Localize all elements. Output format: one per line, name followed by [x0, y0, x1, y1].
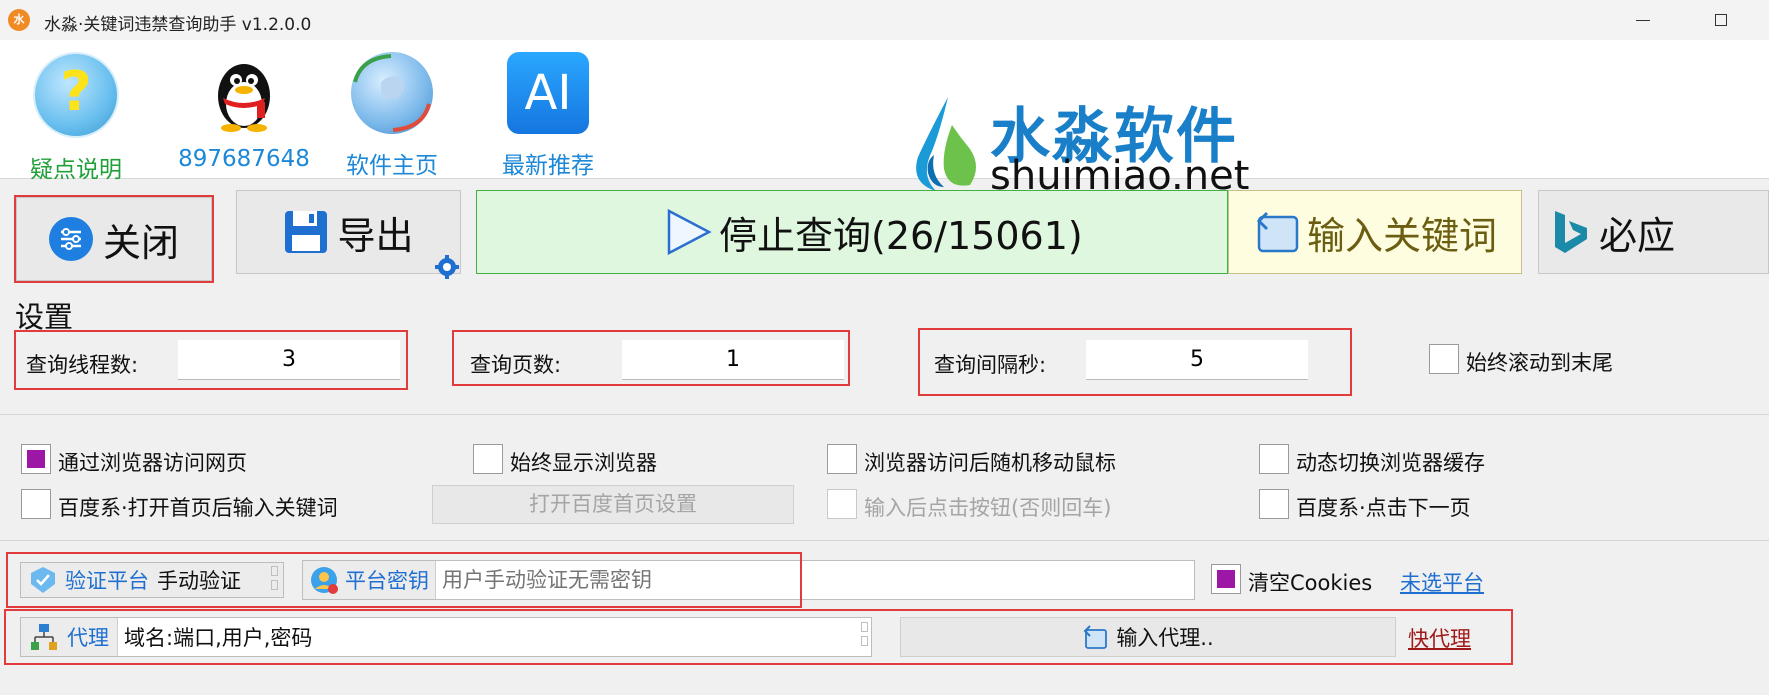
export-button[interactable]: 导出 — [236, 190, 461, 279]
window-title: 水淼·关键词违禁查询助手 v1.2.0.0 — [44, 15, 312, 35]
user-key-icon — [309, 565, 339, 595]
via-browser-checkbox[interactable] — [21, 444, 51, 474]
switch-cache-label: 动态切换浏览器缓存 — [1296, 451, 1485, 475]
baidu-home-input-label: 百度系·打开首页后输入关键词 — [58, 496, 338, 520]
input-keywords-button[interactable]: 输入关键词 — [1228, 190, 1522, 274]
input-proxy-button[interactable]: 输入代理.. — [900, 617, 1396, 657]
scroll-to-end-checkbox[interactable] — [1429, 344, 1459, 374]
threads-label: 查询线程数: — [26, 353, 139, 377]
qq-penguin-icon — [203, 52, 285, 134]
baidu-home-input-checkbox[interactable] — [21, 489, 51, 519]
pages-input[interactable] — [622, 340, 844, 380]
scroll-to-end-label: 始终滚动到末尾 — [1466, 351, 1613, 375]
click-button-after-input-label: 输入后点击按钮(否则回车) — [864, 496, 1112, 520]
random-mouse-label: 浏览器访问后随机移动鼠标 — [864, 451, 1116, 475]
proxy-label: 代理 — [67, 626, 109, 650]
always-show-browser-label: 始终显示浏览器 — [510, 451, 657, 475]
no-platform-link[interactable]: 未选平台 — [1400, 567, 1484, 597]
recommend-label: 最新推荐 — [502, 153, 594, 179]
stop-query-label: 停止查询(26/15061) — [719, 213, 1083, 258]
baidu-next-page-checkbox[interactable] — [1259, 489, 1289, 519]
pages-label: 查询页数: — [470, 353, 562, 377]
random-mouse-checkbox[interactable] — [827, 444, 857, 474]
input-keywords-label: 输入关键词 — [1306, 213, 1497, 258]
qq-number-label: 897687648 — [178, 146, 310, 172]
interval-label: 查询间隔秒: — [934, 353, 1047, 377]
close-button[interactable]: 关闭 — [16, 197, 212, 281]
platform-key-input[interactable] — [440, 567, 1144, 593]
minimize-button[interactable] — [1628, 8, 1658, 32]
verify-platform-label: 验证平台 — [65, 569, 149, 593]
always-show-browser-checkbox[interactable] — [473, 444, 503, 474]
help-label: 疑点说明 — [30, 157, 122, 183]
threads-input[interactable] — [178, 340, 400, 380]
settings-title: 设置 — [15, 300, 74, 334]
bing-logo-icon — [1551, 209, 1591, 255]
platform-key-field[interactable]: 平台密钥 — [302, 560, 1195, 600]
click-button-after-input-checkbox[interactable] — [827, 489, 857, 519]
baidu-home-settings-button[interactable]: 打开百度首页设置 — [432, 485, 794, 524]
top-banner: ? 疑点说明 897687648 软件主页 AI 最新推荐 水淼软件 shuim… — [0, 40, 1769, 199]
globe-icon — [351, 52, 433, 134]
search-engine-select[interactable]: 必应 — [1538, 190, 1769, 274]
interval-input[interactable] — [1086, 340, 1308, 380]
recommend-link[interactable]: AI 最新推荐 — [478, 52, 618, 180]
homepage-label: 软件主页 — [346, 153, 438, 179]
engine-label: 必应 — [1599, 213, 1676, 258]
homepage-link[interactable]: 软件主页 — [322, 52, 462, 180]
clear-cookies-checkbox[interactable] — [1211, 564, 1241, 594]
separator — [0, 414, 1769, 415]
grip-handle[interactable] — [270, 566, 280, 592]
refresh-icon — [1253, 207, 1303, 257]
baidu-next-page-label: 百度系·点击下一页 — [1296, 496, 1471, 520]
clear-cookies-label: 清空Cookies — [1248, 571, 1373, 595]
export-label: 导出 — [337, 213, 414, 258]
help-link[interactable]: ? 疑点说明 — [6, 52, 146, 184]
fast-proxy-link[interactable]: 快代理 — [1408, 623, 1471, 653]
app-icon: 水 — [8, 9, 30, 31]
verify-platform-select[interactable]: 验证平台 手动验证 — [20, 562, 284, 598]
close-label: 关闭 — [102, 220, 179, 265]
switch-cache-checkbox[interactable] — [1259, 444, 1289, 474]
shield-check-icon — [29, 566, 57, 594]
grip-handle[interactable] — [860, 622, 870, 648]
input-proxy-label: 输入代理.. — [1116, 626, 1214, 650]
network-icon — [29, 622, 59, 652]
stop-query-button[interactable]: 停止查询(26/15061) — [476, 190, 1228, 274]
water-drop-logo-icon — [916, 97, 976, 191]
verify-platform-value: 手动验证 — [157, 569, 241, 593]
settings-sliders-icon — [48, 217, 93, 261]
ai-icon: AI — [507, 52, 589, 134]
maximize-button[interactable] — [1707, 8, 1737, 32]
platform-key-label: 平台密钥 — [345, 569, 429, 593]
proxy-field[interactable]: 代理 域名:端口,用户,密码 — [20, 617, 872, 657]
qq-link[interactable]: 897687648 — [174, 52, 314, 172]
gear-icon[interactable] — [434, 245, 460, 279]
separator — [0, 540, 1769, 541]
help-question-icon: ? — [33, 52, 119, 138]
refresh-icon — [1082, 624, 1108, 650]
proxy-value: 域名:端口,用户,密码 — [124, 626, 313, 650]
save-disk-icon — [283, 209, 329, 255]
play-icon — [663, 207, 713, 257]
via-browser-label: 通过浏览器访问网页 — [58, 451, 247, 475]
title-bar: 水 水淼·关键词违禁查询助手 v1.2.0.0 — [0, 0, 1769, 40]
